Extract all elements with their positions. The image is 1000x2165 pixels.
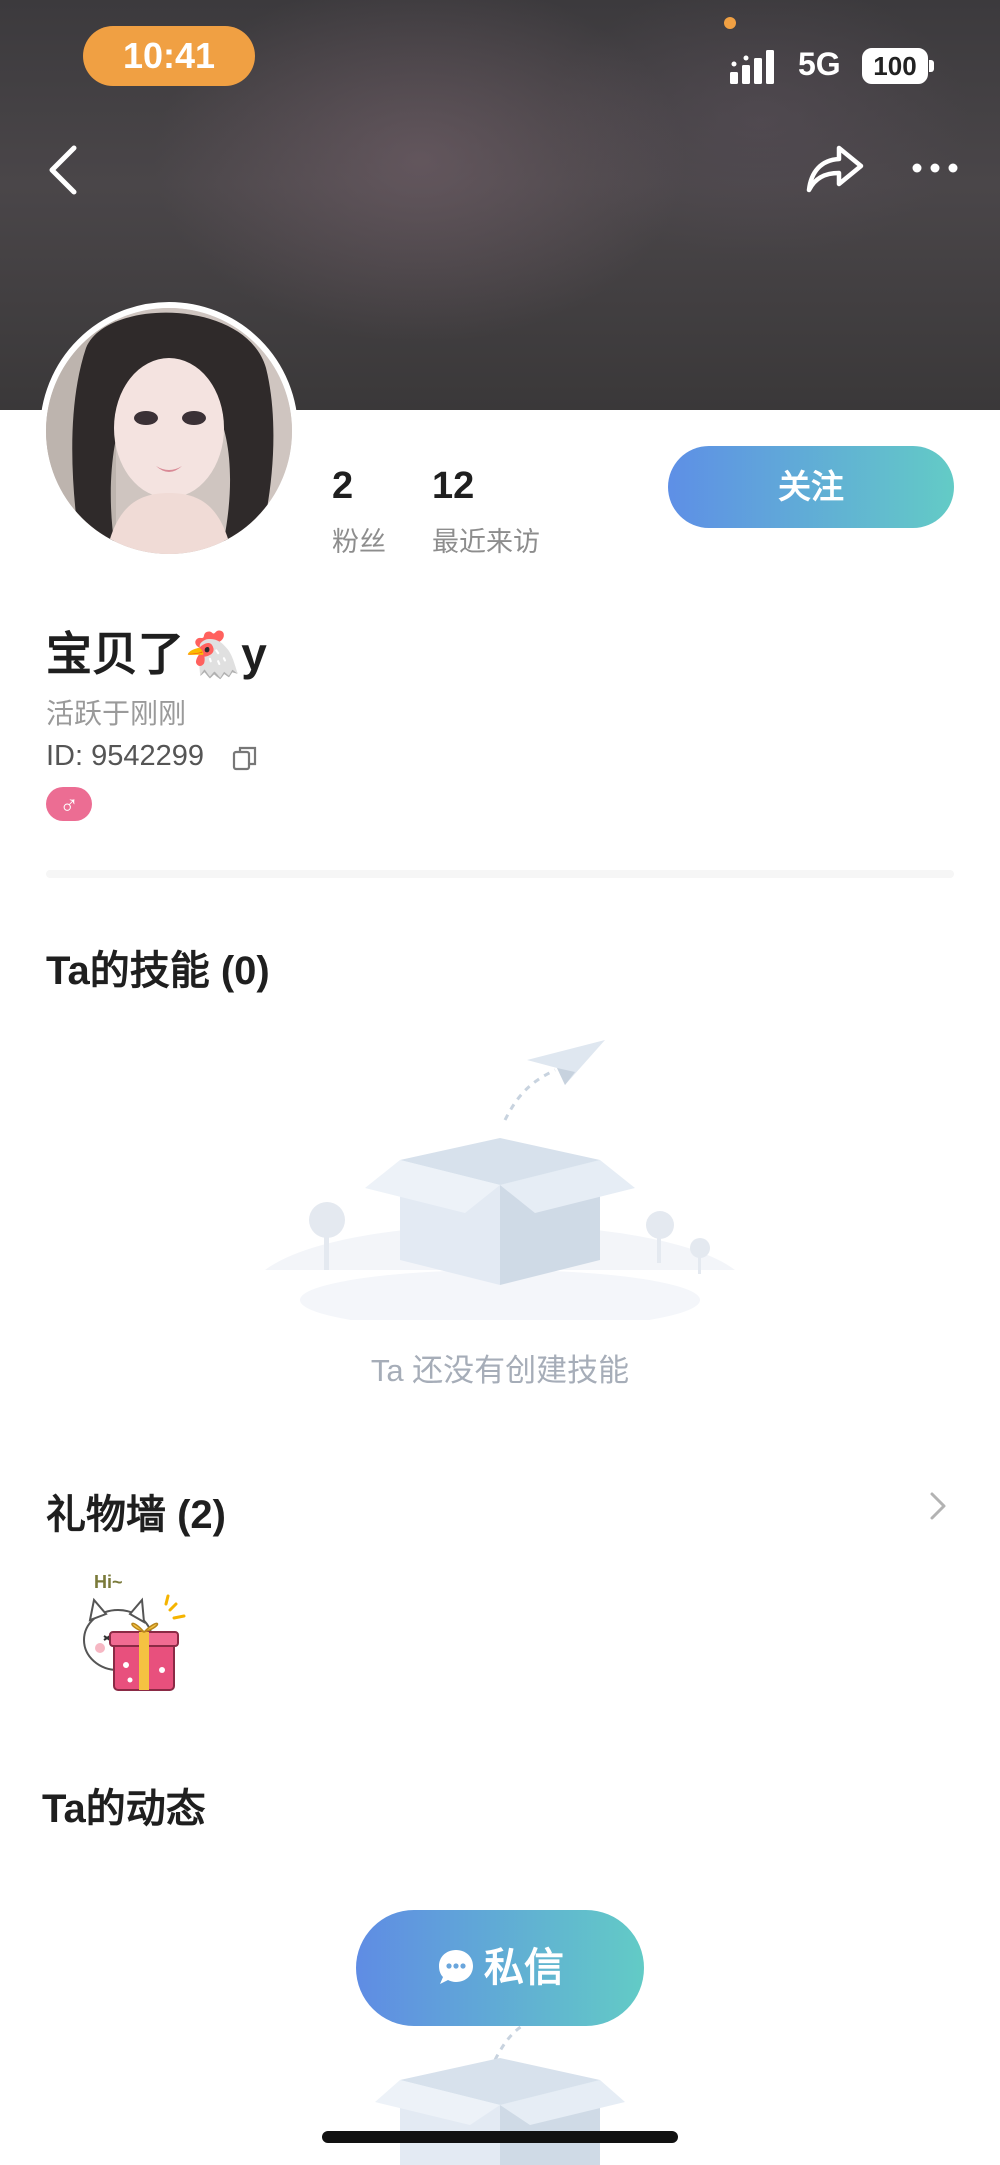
chat-bubble-icon <box>439 1950 473 1985</box>
back-icon[interactable] <box>40 140 90 200</box>
follow-button[interactable]: 关注 <box>668 446 954 528</box>
followers-label: 粉丝 <box>332 527 386 557</box>
user-id: ID: 9542299 <box>46 740 205 772</box>
more-icon[interactable] <box>910 148 960 188</box>
username: 宝贝了🐔y <box>46 628 267 680</box>
recent-visitors-count: 12 <box>432 465 475 507</box>
signal-icon <box>730 50 774 84</box>
chevron-right-icon[interactable] <box>928 1490 948 1522</box>
avatar-portrait-image <box>46 308 292 554</box>
active-status: 活跃于刚刚 <box>46 698 187 729</box>
copy-icon[interactable] <box>232 745 258 771</box>
gift-sticker-text: Hi~ <box>94 1572 123 1592</box>
battery-cap <box>929 60 934 72</box>
home-indicator[interactable] <box>322 2131 678 2143</box>
dynamics-title: Ta的动态 <box>42 1787 206 1831</box>
gift-wall-title: 礼物墙 (2) <box>46 1493 226 1537</box>
section-divider <box>46 870 954 878</box>
skills-title: Ta的技能 (0) <box>46 949 270 993</box>
share-icon[interactable] <box>805 142 865 194</box>
skills-empty-text: Ta 还没有创建技能 <box>370 1353 630 1388</box>
followers-count: 2 <box>332 465 354 507</box>
avatar[interactable] <box>40 302 298 560</box>
empty-box-illustration <box>265 1040 735 1320</box>
battery-indicator: 100 <box>862 48 928 84</box>
recent-visitors-label: 最近来访 <box>432 527 540 557</box>
recording-indicator-icon <box>724 17 736 29</box>
followers-stat[interactable]: 2 粉丝 <box>332 465 386 559</box>
recent-visitors-stat[interactable]: 12 最近来访 <box>432 465 540 559</box>
private-message-button[interactable]: 私信 <box>356 1910 644 2026</box>
empty-box-illustration-partial <box>375 2022 625 2165</box>
gender-badge: ♂ <box>46 787 92 821</box>
gift-sticker-icon[interactable]: Hi~ <box>70 1570 190 1700</box>
network-type: 5G <box>798 46 841 82</box>
private-message-label: 私信 <box>484 1946 564 1990</box>
status-time: 10:41 <box>83 26 255 86</box>
